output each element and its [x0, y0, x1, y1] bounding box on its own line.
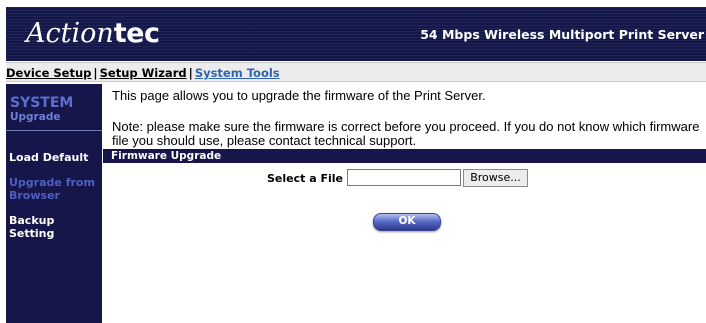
ok-button-label: OK [398, 215, 416, 227]
sidebar: SYSTEM Upgrade Load Default Upgrade from… [6, 84, 102, 323]
ok-button[interactable]: OK [373, 213, 441, 231]
header-banner: Actiontec 54 Mbps Wireless Multiport Pri… [6, 7, 706, 61]
nav-device-setup[interactable]: Device Setup [6, 66, 91, 80]
nav-separator: | [93, 66, 98, 80]
nav-system-tools[interactable]: System Tools [195, 66, 280, 80]
sidebar-item-load-default[interactable]: Load Default [9, 151, 88, 164]
main-content: This page allows you to upgrade the firm… [103, 84, 706, 323]
nav-setup-wizard[interactable]: Setup Wizard [100, 66, 187, 80]
logo-script: Action [26, 18, 114, 49]
section-title: Firmware Upgrade [111, 150, 222, 162]
logo-bold: tec [113, 18, 160, 49]
note-text: Note: please make sure the firmware is c… [112, 119, 700, 148]
top-nav: Device Setup | Setup Wizard | System Tools [6, 62, 706, 82]
sidebar-item-upgrade-from-browser[interactable]: Upgrade from Browser [9, 176, 97, 202]
sidebar-title: SYSTEM [10, 95, 74, 111]
sidebar-subtitle: Upgrade [10, 111, 61, 123]
nav-separator: | [188, 66, 193, 80]
file-label: Select a File : [267, 172, 352, 185]
sidebar-divider [6, 130, 102, 131]
actiontec-logo: Actiontec [26, 18, 160, 49]
sidebar-item-backup-setting[interactable]: Backup Setting [9, 214, 102, 240]
browse-button[interactable]: Browse... [463, 169, 528, 187]
section-header: Firmware Upgrade [103, 149, 706, 163]
intro-text: This page allows you to upgrade the firm… [112, 88, 486, 103]
file-path-input[interactable] [347, 169, 461, 186]
product-title: 54 Mbps Wireless Multiport Print Server [420, 27, 704, 42]
